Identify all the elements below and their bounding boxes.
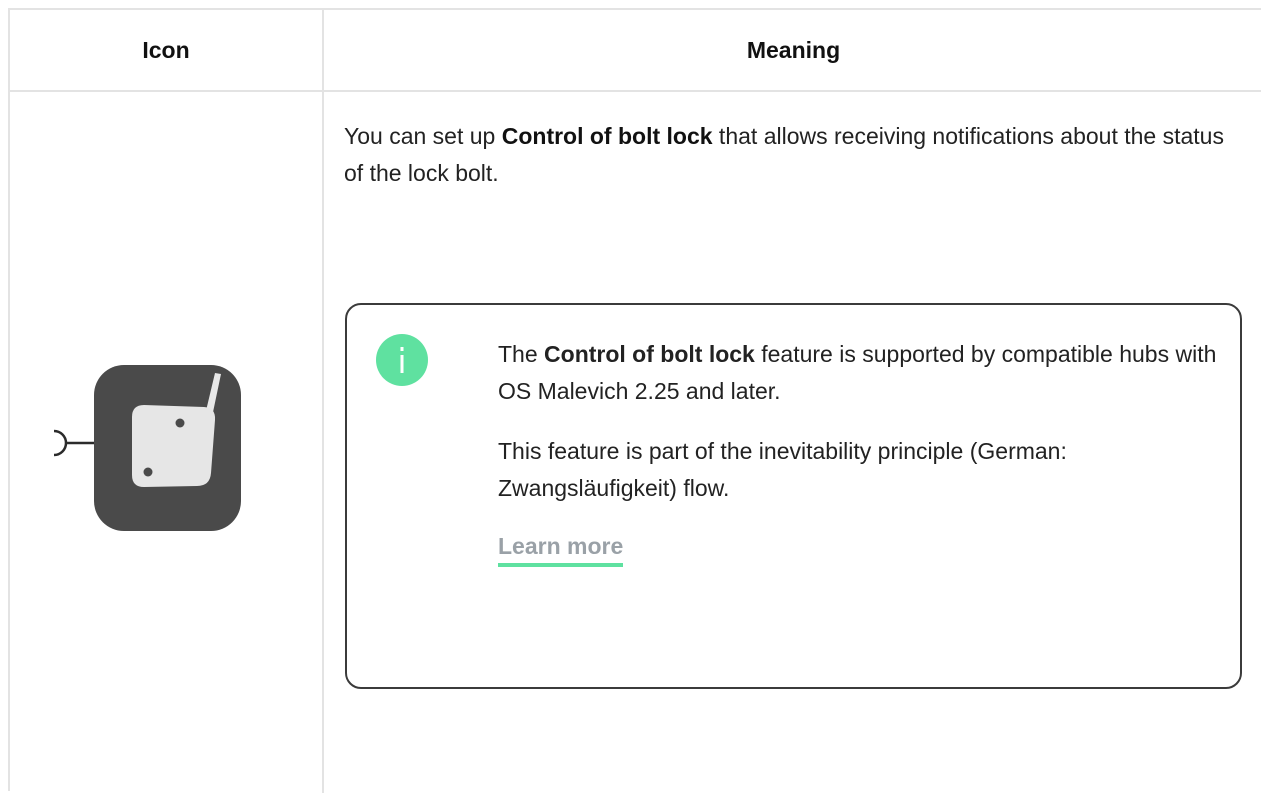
header-icon-column: Icon	[142, 36, 190, 63]
note-feature-name: Control of bolt lock	[544, 341, 755, 367]
meaning-feature-name: Control of bolt lock	[501, 123, 713, 149]
meaning-text-start: You can set up	[344, 123, 502, 149]
note-paragraph-principle: This feature is part of the inevitabilit…	[498, 438, 1067, 501]
info-icon	[376, 334, 428, 386]
note-paragraph-support: The Control of bolt lock feature is supp…	[498, 336, 1218, 410]
note-text-start: The	[498, 341, 545, 367]
learn-more-link[interactable]: Learn more	[498, 531, 624, 567]
note-body: The Control of bolt lock feature is supp…	[498, 336, 1218, 567]
features-table: Icon Meaning You can set up Control of b…	[8, 8, 1261, 793]
meaning-text: You can set up Control of bolt lock that…	[344, 118, 1224, 192]
header-meaning-column: Meaning	[746, 36, 841, 63]
header-divider	[10, 90, 1261, 92]
column-divider	[322, 10, 324, 793]
bolt-lock-control-icon	[53, 365, 244, 536]
info-note: The Control of bolt lock feature is supp…	[345, 303, 1242, 689]
